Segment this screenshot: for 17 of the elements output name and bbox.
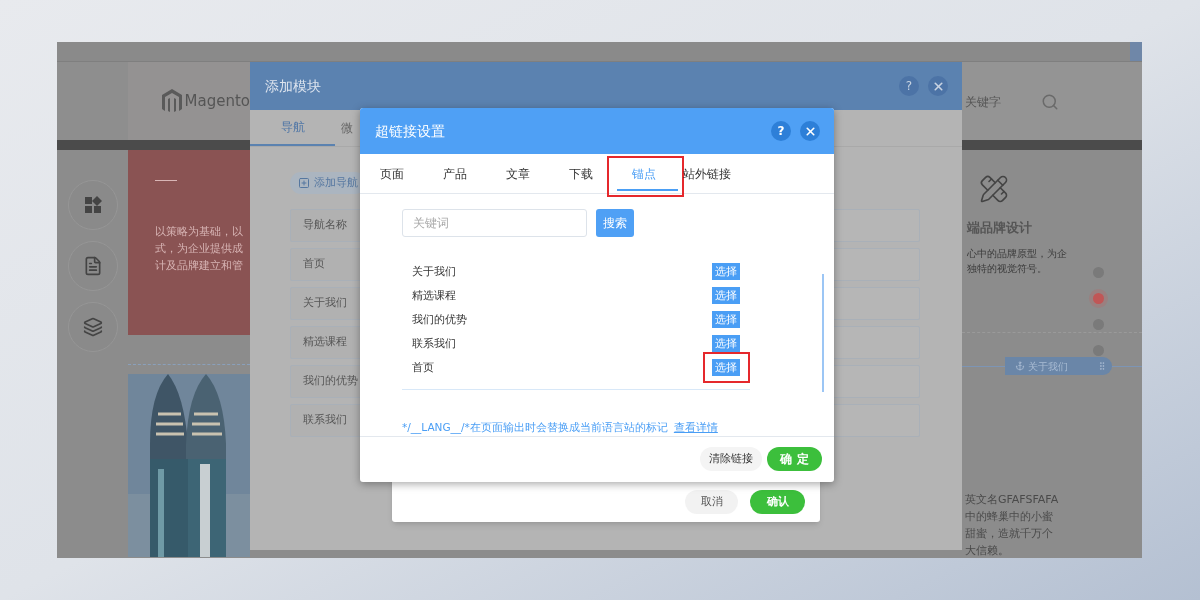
banner-text: 式，为企业提供成: [155, 241, 244, 257]
about-text: 甜蜜，造就千万个: [965, 526, 1054, 542]
anchor-name: 我们的优势: [412, 311, 467, 328]
dialog-title: 超链接设置: [375, 121, 446, 141]
banner-text: 以策略为基础，以: [155, 224, 244, 240]
anchor-name: 精选课程: [412, 287, 456, 304]
about-text: 英文名GFAFSFAFA: [965, 492, 1059, 508]
about-text: 大信赖。: [965, 543, 1010, 559]
anchor-name: 首页: [412, 359, 434, 376]
service-text: 心中的品牌原型，为企: [967, 246, 1067, 261]
service-text: 独特的视觉符号。: [967, 261, 1047, 276]
anchor-name: 关于我们: [412, 263, 456, 280]
anchor-name: 联系我们: [412, 335, 456, 352]
logo-text: Magento: [184, 93, 250, 109]
dialog-title: 添加模块: [265, 76, 322, 96]
lang-note: */__LANG__/*在页面输出时会替换成当前语言站的标记: [402, 419, 668, 436]
banner-text: 计及品牌建立和管: [155, 258, 244, 274]
